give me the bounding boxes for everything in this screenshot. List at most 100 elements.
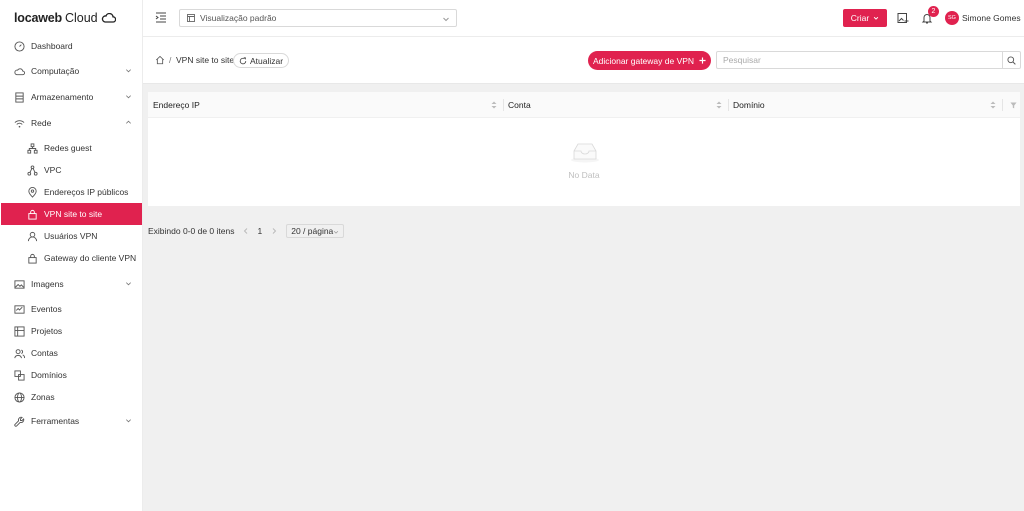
user-name[interactable]: Simone Gomes [962,13,1021,23]
sidebar-item-label: Dashboard [31,41,73,51]
chevron-down-icon [334,230,339,234]
sidebar-item-label: Armazenamento [31,92,94,102]
sidebar-item-label: Endereços IP públicos [44,187,129,197]
users-icon [14,348,25,359]
empty-text: No Data [568,170,600,180]
view-icon [187,14,195,22]
sidebar-item-dashboard[interactable]: Dashboard [1,35,142,57]
vpc-icon [27,164,38,176]
sidebar-item-label: Ferramentas [31,416,80,426]
sidebar-item-label: VPC [44,165,62,175]
search-box [716,51,1021,69]
sidebar-item-rede[interactable]: Rede [1,112,142,134]
chevron-right-icon[interactable] [270,227,278,235]
search-input[interactable] [717,52,1002,68]
filter-icon[interactable] [1010,102,1017,109]
menu-fold-icon[interactable] [155,11,167,23]
column-divider [1002,99,1003,111]
chevron-down-icon [126,419,131,423]
cloud-icon [14,66,25,77]
column-label: Conta [508,100,531,110]
pagination-total: Exibindo 0-0 de 0 itens [148,226,235,236]
sidebar-item-label: Imagens [31,279,64,289]
criar-button[interactable]: Criar [843,9,887,27]
sidebar-item-label: Projetos [31,326,63,336]
image-icon [14,279,25,290]
view-select[interactable]: Visualização padrão [179,9,457,27]
sidebar-item-contas[interactable]: Contas [1,342,142,364]
sidebar-item-label: Rede [31,118,52,128]
sidebar-item-computacao[interactable]: Computação [1,60,142,82]
sidebar-item-projetos[interactable]: Projetos [1,320,142,342]
sidebar-item-vpn-site-to-site[interactable]: VPN site to site [1,203,142,225]
user-icon [27,231,38,242]
sidebar-item-redes-guest[interactable]: Redes guest [1,137,142,159]
notification-badge: 2 [928,6,939,17]
column-header-endereco-ip[interactable]: Endereço IP [148,92,503,118]
sidebar-item-label: Redes guest [44,143,92,153]
location-icon [27,186,38,198]
empty-inbox-icon [571,143,599,163]
home-icon[interactable] [155,55,165,65]
sidebar-item-dominios[interactable]: Domínios [1,364,142,386]
sidebar-item-eventos[interactable]: Eventos [1,298,142,320]
sidebar-item-label: Domínios [31,370,67,380]
sidebar-item-vpc[interactable]: VPC [1,159,142,181]
globe-icon [14,391,25,403]
chevron-up-icon [126,120,131,124]
sidebar-item-zonas[interactable]: Zonas [1,386,142,408]
sort-icon [990,101,996,109]
breadcrumb-separator: / [169,55,172,65]
sidebar-item-label: Contas [31,348,58,358]
search-icon [1007,55,1016,65]
sidebar-item-imagens[interactable]: Imagens [1,273,142,295]
wrench-icon [14,416,25,427]
sort-icon [491,101,497,109]
sidebar-item-label: Computação [31,66,80,76]
sidebar: locaweb Cloud Dashboard Computação Armaz… [0,0,143,511]
storage-icon [14,91,25,103]
chevron-down-icon [443,17,449,22]
top-bar: Visualização padrão Criar 2 SG Simone Go… [143,0,1024,37]
pagination: Exibindo 0-0 de 0 itens 1 20 / página [148,223,345,239]
column-label: Endereço IP [153,100,200,110]
breadcrumb-current: VPN site to site [176,55,235,65]
refresh-button[interactable]: Atualizar [233,53,289,68]
add-vpn-gateway-button[interactable]: Adicionar gateway de VPN [588,51,711,70]
avatar[interactable]: SG [945,11,959,25]
chevron-left-icon[interactable] [242,227,250,235]
sidebar-item-armazenamento[interactable]: Armazenamento [1,86,142,108]
chevron-down-icon [126,69,131,73]
pagination-page[interactable]: 1 [257,226,262,236]
domains-icon [14,369,25,381]
sidebar-item-label: Zonas [31,392,55,402]
column-header-conta[interactable]: Conta [503,92,728,118]
content-header: / VPN site to site Atualizar Adicionar g… [143,37,1024,84]
refresh-icon [239,56,247,64]
sidebar-item-ferramentas[interactable]: Ferramentas [1,410,142,432]
sidebar-item-gateway-cliente-vpn[interactable]: Gateway do cliente VPN [1,247,142,269]
brand-logo[interactable]: locaweb Cloud [14,10,116,26]
dashboard-icon [14,40,25,52]
vpn-table: Endereço IP Conta Domínio No Data [148,92,1020,206]
sidebar-item-label: VPN site to site [44,209,103,219]
empty-state: No Data [148,118,1020,206]
sidebar-item-label: Eventos [31,304,62,314]
column-header-dominio[interactable]: Domínio [728,92,1002,118]
column-label: Domínio [733,100,765,110]
wifi-icon [14,118,25,129]
projects-icon [14,325,25,337]
page-size-select[interactable]: 20 / página [286,224,345,238]
network-icon [27,142,38,154]
sidebar-item-usuarios-vpn[interactable]: Usuários VPN [1,225,142,247]
add-vpn-gateway-label: Adicionar gateway de VPN [592,55,695,66]
sidebar-item-label: Usuários VPN [44,231,98,241]
image-add-icon[interactable] [897,12,909,24]
chevron-down-icon [126,282,131,286]
brand-name: locaweb [14,11,62,25]
sidebar-item-enderecos-ip[interactable]: Endereços IP públicos [1,181,142,203]
lock-icon [27,253,38,264]
search-button[interactable] [1002,52,1020,68]
events-icon [14,304,25,315]
chevron-down-icon [126,95,131,99]
